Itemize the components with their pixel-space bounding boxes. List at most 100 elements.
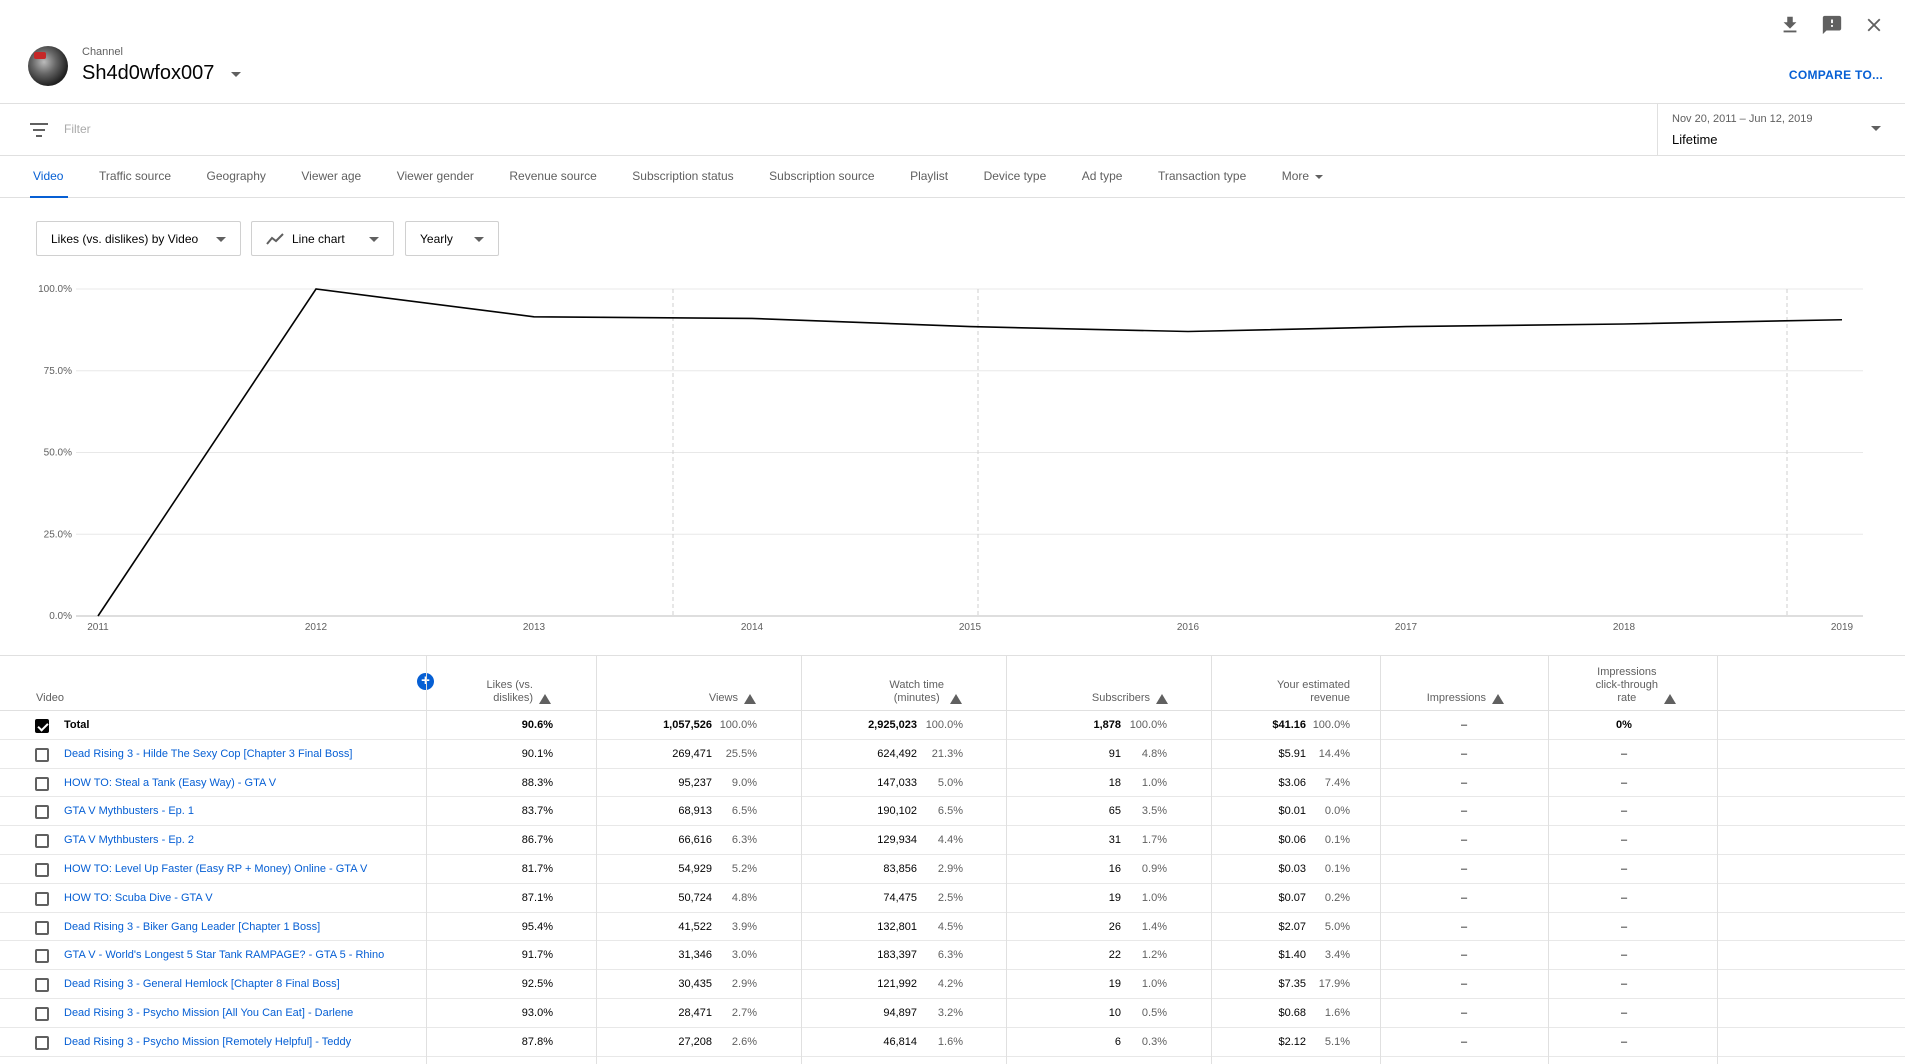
more-dropdown-icon — [1315, 174, 1324, 179]
date-dropdown-icon[interactable] — [1871, 126, 1881, 131]
tab-playlist[interactable]: Playlist — [910, 156, 948, 198]
tab-subscription-source[interactable]: Subscription source — [769, 156, 874, 198]
video-title-link[interactable]: Dead Rising 3 - Hilde The Sexy Cop [Chap… — [64, 740, 352, 769]
download-icon[interactable] — [1779, 14, 1801, 36]
close-icon[interactable] — [1863, 14, 1885, 36]
tab-transaction-type[interactable]: Transaction type — [1158, 156, 1246, 198]
cell-subs: 65 — [1108, 805, 1121, 818]
period-selector[interactable]: Yearly — [405, 221, 499, 256]
table-row[interactable]: Dead Rising 3 - Psycho Mission [Remotely… — [0, 1028, 1905, 1057]
table-row[interactable]: HOW TO: Level Up Faster (Easy RP + Money… — [0, 855, 1905, 884]
col-header-video[interactable]: Video — [36, 656, 236, 711]
chevron-down-icon — [474, 237, 484, 242]
column-divider — [426, 655, 427, 1064]
chart-type-label: Line chart — [292, 231, 345, 246]
row-checkbox[interactable] — [35, 719, 49, 733]
row-checkbox[interactable] — [35, 1006, 49, 1021]
cell-watch: 132,801 — [877, 920, 917, 933]
table-total-row[interactable]: Total 90.6% 1,057,526 100.0% 2,925,023 100.0%… — [0, 711, 1905, 740]
table-row[interactable]: Dead Rising 3 - General Hemlock [Chapter… — [0, 970, 1905, 999]
table-row[interactable]: GTA V - World's Longest 5 Star Tank RAMP… — [0, 941, 1905, 971]
tab-revenue-source[interactable]: Revenue source — [509, 156, 596, 198]
cell-views-pct: 25.5% — [725, 747, 757, 760]
col-header-impressions[interactable]: Impressions — [1384, 656, 1504, 711]
video-title-link[interactable]: Dead Rising 3 - General Hemlock [Chapter… — [64, 970, 340, 999]
compare-button[interactable]: COMPARE TO... — [1789, 68, 1883, 82]
cell-likes: 95.4% — [521, 920, 553, 933]
video-title-link[interactable]: HOW TO: Level Up Faster (Easy RP + Money… — [64, 855, 367, 884]
col-header-views[interactable]: Views — [596, 656, 756, 711]
chart-type-selector[interactable]: Line chart — [251, 221, 394, 256]
row-checkbox[interactable] — [35, 978, 49, 993]
video-title-link[interactable]: Dead Rising 3 - Biker Gang Leader [Chapt… — [64, 913, 320, 942]
channel-dropdown-icon[interactable] — [231, 72, 241, 77]
metric-selector[interactable]: Likes (vs. dislikes) by Video — [36, 221, 241, 256]
row-checkbox[interactable] — [35, 949, 49, 964]
video-title-link[interactable]: HOW TO: Steal a Tank (Easy Way) - GTA V — [64, 769, 276, 798]
cell-ctr: – — [1620, 949, 1628, 962]
tab-more[interactable]: More — [1282, 156, 1324, 198]
col-header-ctr-line3: rate — [1617, 692, 1637, 704]
col-header-revenue[interactable]: Your estimated revenue — [1214, 656, 1350, 711]
tab-video[interactable]: Video — [29, 156, 70, 198]
cell-ctr: – — [1620, 1035, 1628, 1048]
cell-watch-pct: 4.2% — [937, 978, 963, 991]
filter-icon[interactable] — [30, 122, 48, 138]
col-header-watch-time[interactable]: Watch time (minutes) — [802, 656, 962, 711]
cell-rev-pct: 100.0% — [1312, 719, 1350, 731]
row-checkbox[interactable] — [35, 776, 49, 791]
row-checkbox[interactable] — [35, 805, 49, 820]
video-title-link[interactable]: Dead Rising 3 - Psycho Mission [Remotely… — [64, 1028, 351, 1057]
table-row[interactable]: HOW TO: Scuba Dive - GTA V 87.1% 50,724 4.8… — [0, 884, 1905, 913]
col-header-subscribers[interactable]: Subscribers — [1008, 656, 1168, 711]
row-checkbox[interactable] — [35, 834, 49, 849]
row-checkbox[interactable] — [35, 920, 49, 935]
tab-geography[interactable]: Geography — [207, 156, 266, 198]
table-row[interactable]: Dead Rising 3 - Psycho Mission [All You … — [0, 999, 1905, 1028]
cell-subs: 22 — [1108, 949, 1121, 962]
video-title-link[interactable]: Dead Rising 3 - Psycho Mission [All You … — [64, 999, 353, 1028]
cell-views: 68,913 — [678, 805, 712, 818]
channel-avatar[interactable] — [28, 46, 68, 86]
date-range-selector[interactable]: Nov 20, 2011 – Jun 12, 2019 Lifetime — [1657, 104, 1905, 156]
table-row[interactable]: Dead Rising 3 - Hilde The Sexy Cop [Chap… — [0, 740, 1905, 769]
cell-impressions: – — [1460, 776, 1468, 789]
video-title-link[interactable]: HOW TO: Scuba Dive - GTA V — [64, 884, 213, 913]
cell-views-pct: 2.7% — [731, 1006, 757, 1019]
row-checkbox[interactable] — [35, 891, 49, 906]
cell-rev: $3.06 — [1278, 776, 1306, 789]
row-checkbox[interactable] — [35, 747, 49, 762]
cell-likes: 93.0% — [521, 1006, 553, 1019]
col-header-likes-line2: dislikes) — [493, 692, 533, 704]
column-divider — [1380, 655, 1381, 1064]
y-tick-label: 50.0% — [44, 448, 72, 459]
table-row[interactable]: HOW TO: Steal a Tank (Easy Way) - GTA V 8… — [0, 769, 1905, 798]
video-title-link[interactable]: GTA V Mythbusters - Ep. 1 — [64, 797, 194, 826]
cell-views-pct: 6.5% — [731, 805, 757, 818]
table-row[interactable]: Dead Rising 3 - Biker Gang Leader [Chapt… — [0, 913, 1905, 942]
tab-device-type[interactable]: Device type — [984, 156, 1047, 198]
tab-viewer-gender[interactable]: Viewer gender — [397, 156, 474, 198]
cell-watch-pct: 5.0% — [937, 776, 963, 789]
row-checkbox[interactable] — [35, 1035, 49, 1050]
cell-rev: $2.07 — [1278, 920, 1306, 933]
tab-subscription-status[interactable]: Subscription status — [632, 156, 733, 198]
cell-rev: $0.01 — [1278, 805, 1306, 818]
feedback-icon[interactable] — [1821, 14, 1843, 36]
cell-rev: $5.91 — [1278, 747, 1306, 760]
tab-ad-type[interactable]: Ad type — [1082, 156, 1123, 198]
header: Channel Sh4d0wfox007 COMPARE TO... — [0, 0, 1905, 104]
cell-likes: 86.7% — [521, 834, 553, 847]
table-row[interactable]: GTA V Mythbusters - Ep. 1 83.7% 68,913 6.5%… — [0, 797, 1905, 827]
tab-traffic-source[interactable]: Traffic source — [99, 156, 171, 198]
row-checkbox[interactable] — [35, 862, 49, 877]
col-header-likes[interactable]: Likes (vs. dislikes) — [426, 656, 551, 711]
cell-ctr: – — [1620, 834, 1628, 847]
channel-name[interactable]: Sh4d0wfox007 — [82, 62, 214, 85]
video-title-link[interactable]: GTA V Mythbusters - Ep. 2 — [64, 826, 194, 855]
video-title-link[interactable]: GTA V - World's Longest 5 Star Tank RAMP… — [64, 941, 384, 970]
filter-input[interactable] — [64, 122, 1564, 136]
col-header-ctr[interactable]: Impressions click-through rate — [1552, 656, 1676, 711]
tab-viewer-age[interactable]: Viewer age — [301, 156, 361, 198]
table-row[interactable]: GTA V Mythbusters - Ep. 2 86.7% 66,616 6.3%… — [0, 826, 1905, 855]
